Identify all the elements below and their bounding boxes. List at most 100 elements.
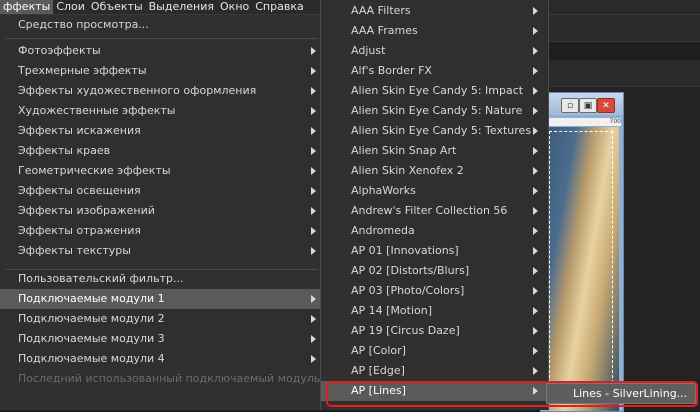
menu-item-plugins-4[interactable]: Подключаемые модули 4 [0,349,324,369]
menu-item-plugin-16-label: AP 19 [Circus Daze] [351,324,460,337]
menu-item-plugin-12[interactable]: AP 01 [Innovations] [321,241,546,261]
menu-item-plugin-12-label: AP 01 [Innovations] [351,244,459,257]
menu-item-plugin-1-label: AAA Frames [351,24,418,37]
menu-item-plugin-9[interactable]: AlphaWorks [321,181,546,201]
ruler-label: 700 [609,118,621,125]
submenu-arrow-icon [533,107,538,115]
menu-item-effect-1-label: Трехмерные эффекты [18,64,147,77]
menu-item-plugin-10-label: Andrew's Filter Collection 56 [351,204,508,217]
menu-item-plugin-10[interactable]: Andrew's Filter Collection 56 [321,201,546,221]
document-window: ▫ ▣ ✕ 700 [540,92,624,412]
submenu-arrow-icon [533,167,538,175]
highlight-annotation [326,381,698,407]
menu-item-effect-2[interactable]: Эффекты художественного оформления [0,81,324,101]
submenu-arrow-icon [533,187,538,195]
submenu-arrow-icon [533,127,538,135]
submenu-arrow-icon [533,7,538,15]
menu-item-plugins-3-label: Подключаемые модули 3 [18,332,165,345]
menubar-item-3[interactable]: Выделения [146,0,217,14]
menu-item-effect-1[interactable]: Трехмерные эффекты [0,61,324,81]
menu-item-plugin-17[interactable]: AP [Color] [321,341,546,361]
menu-item-plugins-4-label: Подключаемые модули 4 [18,352,165,365]
menubar-item-4[interactable]: Окно [217,0,252,14]
menu-item-plugin-3-label: Alf's Border FX [351,64,432,77]
menu-item-plugins-2-label: Подключаемые модули 2 [18,312,165,325]
menu-item-effect-0-label: Фотоэффекты [18,44,101,57]
menu-item-effect-8-label: Эффекты изображений [18,204,155,217]
menu-item-effect-4[interactable]: Эффекты искажения [0,121,324,141]
submenu-arrow-icon [311,187,316,195]
menu-item-plugin-18[interactable]: AP [Edge] [321,361,546,381]
menu-item-plugin-9-label: AlphaWorks [351,184,416,197]
menu-item-effect-0[interactable]: Фотоэффекты [0,41,324,61]
submenu-arrow-icon [533,147,538,155]
menu-separator [6,38,318,39]
menu-item-plugin-8-label: Alien Skin Xenofex 2 [351,164,464,177]
submenu-arrow-icon [311,295,316,303]
menu-item-effect-6[interactable]: Геометрические эффекты [0,161,324,181]
menu-item-plugin-14[interactable]: AP 03 [Photo/Colors] [321,281,546,301]
menu-item-plugin-16[interactable]: AP 19 [Circus Daze] [321,321,546,341]
menu-item-plugin-5-label: Alien Skin Eye Candy 5: Nature [351,104,523,117]
submenu-arrow-icon [311,355,316,363]
menu-item-plugin-11-label: Andromeda [351,224,415,237]
menubar-item-0[interactable]: ффекты [0,0,54,14]
menu-item-effect-10[interactable]: Эффекты текстуры [0,241,324,261]
menu-item-plugin-2-label: Adjust [351,44,386,57]
menu-item-plugin-15[interactable]: AP 14 [Motion] [321,301,546,321]
menu-item-plugins-2[interactable]: Подключаемые модули 2 [0,309,324,329]
submenu-arrow-icon [533,227,538,235]
menu-item-plugin-13-label: AP 02 [Distorts/Blurs] [351,264,470,277]
menu-item-effect-7[interactable]: Эффекты освещения [0,181,324,201]
submenu-arrow-icon [533,307,538,315]
menu-item-plugin-15-label: AP 14 [Motion] [351,304,433,317]
submenu-arrow-icon [533,47,538,55]
menu-item-browser-label: Средство просмотра... [18,18,149,31]
menubar-item-1[interactable]: Слои [53,0,88,14]
menu-item-effect-3-label: Художественные эффекты [18,104,176,117]
submenu-arrow-icon [533,367,538,375]
menu-item-plugin-3[interactable]: Alf's Border FX [321,61,546,81]
submenu-arrow-icon [533,247,538,255]
menu-item-effect-8[interactable]: Эффекты изображений [0,201,324,221]
submenu-arrow-icon [311,207,316,215]
submenu-arrow-icon [311,315,316,323]
close-icon[interactable]: ✕ [597,98,615,113]
menu-item-plugin-11[interactable]: Andromeda [321,221,546,241]
menu-item-plugin-8[interactable]: Alien Skin Xenofex 2 [321,161,546,181]
submenu-arrow-icon [533,267,538,275]
submenu-arrow-icon [311,227,316,235]
menu-item-plugin-7[interactable]: Alien Skin Snap Art [321,141,546,161]
submenu-arrow-icon [311,247,316,255]
effects-menu: Средство просмотра... Фотоэффекты Трехмерн… [0,15,326,410]
submenu-arrow-icon [311,87,316,95]
menu-item-plugin-13[interactable]: AP 02 [Distorts/Blurs] [321,261,546,281]
menu-item-browser[interactable]: Средство просмотра... [0,15,324,35]
menu-item-plugin-2[interactable]: Adjust [321,41,546,61]
menu-item-custom-filter[interactable]: Пользовательский фильтр... [0,269,324,289]
menu-item-plugin-4-label: Alien Skin Eye Candy 5: Impact [351,84,524,97]
menu-item-plugin-4[interactable]: Alien Skin Eye Candy 5: Impact [321,81,546,101]
restore-icon[interactable]: ▫ [561,98,579,113]
plugins-submenu: AAA Filters AAA Frames Adjust Alf's Border … [320,0,549,410]
submenu-arrow-icon [533,87,538,95]
menu-item-effect-2-label: Эффекты художественного оформления [18,84,257,97]
menu-item-plugin-5[interactable]: Alien Skin Eye Candy 5: Nature [321,101,546,121]
submenu-arrow-icon [311,107,316,115]
selection-marquee [549,131,613,403]
menubar-item-2[interactable]: Объекты [88,0,146,14]
menu-item-plugin-1[interactable]: AAA Frames [321,21,546,41]
menu-item-effect-5[interactable]: Эффекты краев [0,141,324,161]
document-titlebar[interactable]: ▫ ▣ ✕ [541,93,623,115]
menu-item-plugin-6[interactable]: Alien Skin Eye Candy 5: Textures [321,121,546,141]
menubar-item-5[interactable]: Справка [252,0,306,14]
menu-item-plugins-1[interactable]: Подключаемые модули 1 [0,289,324,309]
submenu-arrow-icon [311,147,316,155]
menu-item-effect-3[interactable]: Художественные эффекты [0,101,324,121]
menu-item-plugin-14-label: AP 03 [Photo/Colors] [351,284,465,297]
menu-item-effect-9[interactable]: Эффекты отражения [0,221,324,241]
menu-item-plugin-0[interactable]: AAA Filters [321,1,546,21]
maximize-icon[interactable]: ▣ [579,98,597,113]
menu-item-plugins-3[interactable]: Подключаемые модули 3 [0,329,324,349]
submenu-arrow-icon [533,347,538,355]
